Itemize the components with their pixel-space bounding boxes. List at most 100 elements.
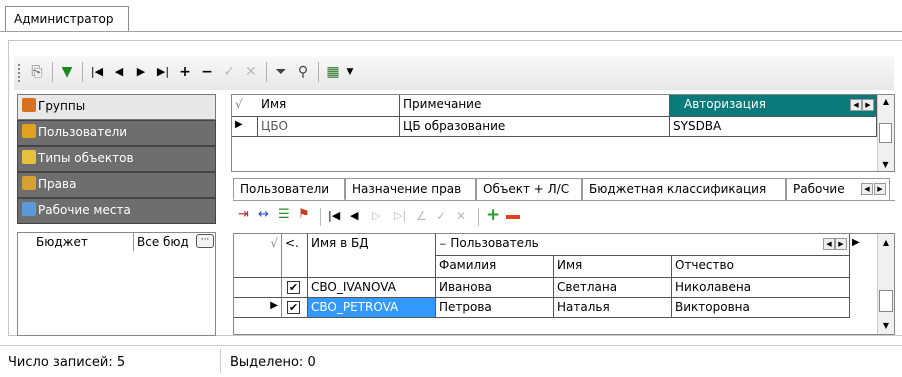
workplaces-icon	[22, 202, 36, 216]
cell-auth[interactable]: SYSDBA	[670, 117, 877, 137]
scroll-up-icon[interactable]: ▲	[878, 238, 894, 247]
column-header-middle-name[interactable]: Отчество	[672, 256, 850, 278]
chevron-down-icon[interactable]: ▼	[344, 62, 356, 82]
cell-middle-name[interactable]: Николавена	[672, 278, 850, 298]
filter-down-icon[interactable]: ▼	[58, 62, 76, 82]
scroll-up-icon[interactable]: ▲	[878, 97, 894, 106]
confirm-icon[interactable]: ✓	[436, 209, 446, 223]
scroll-down-icon[interactable]: ▼	[878, 160, 893, 169]
tab-scroll-right-icon[interactable]: ▶	[874, 183, 886, 195]
last-icon[interactable]: ▶|	[154, 62, 172, 82]
tabs-baseline	[233, 200, 895, 201]
groups-icon	[22, 98, 36, 112]
sidebar-item-label: Группы	[38, 99, 86, 113]
checkbox[interactable]: ✔	[287, 281, 300, 294]
column-header-last-name[interactable]: Фамилия	[436, 256, 554, 278]
sidebar-item-workplaces[interactable]: Рабочие места	[17, 198, 216, 224]
toolbar-grip[interactable]	[18, 64, 21, 82]
budget-value[interactable]: Все бюд	[137, 235, 189, 249]
column-header-name[interactable]: Имя	[258, 95, 400, 117]
selected-value: 0	[307, 355, 316, 370]
sidebar-item-object-types[interactable]: Типы объектов	[17, 146, 216, 172]
rights-icon	[22, 176, 36, 190]
add-icon[interactable]: +	[176, 62, 194, 82]
tab-rights-assign[interactable]: Назначение прав	[345, 178, 476, 200]
cancel-icon[interactable]: ✕	[456, 209, 466, 223]
cell-first-name[interactable]: Светлана	[554, 278, 672, 298]
prev-icon[interactable]: ◀	[110, 62, 128, 82]
scroll-thumb[interactable]	[879, 123, 892, 143]
scroll-thumb[interactable]	[879, 290, 893, 312]
binoculars-icon[interactable]: ⚲	[294, 62, 312, 82]
cell-name[interactable]: ЦБО	[258, 117, 400, 137]
tab-administrator[interactable]: Администратор	[5, 6, 129, 32]
flag-icon[interactable]: ⚑	[298, 207, 310, 222]
toolbar-separator	[478, 208, 479, 226]
copy-icon[interactable]: ⎘	[28, 62, 46, 82]
users-scrollbar[interactable]: ▲ ▼	[877, 234, 894, 334]
cell-note[interactable]: ЦБ образование	[400, 117, 670, 137]
scroll-right-icon[interactable]: ▶	[862, 99, 874, 111]
cell-last-name[interactable]: Иванова	[436, 278, 554, 298]
cell-first-name[interactable]: Наталья	[554, 298, 672, 318]
toolbar-separator	[320, 208, 321, 226]
scroll-left-icon[interactable]: ◀	[850, 99, 862, 111]
column-header-note[interactable]: Примечание	[400, 95, 670, 117]
next-icon[interactable]: ▷	[372, 209, 380, 222]
first-icon[interactable]: |◀	[328, 209, 340, 222]
groups-scrollbar[interactable]: ▲ ▼	[877, 95, 894, 171]
tab-scroll-left-icon[interactable]: ◀	[861, 183, 873, 195]
add-green-icon[interactable]: +	[486, 205, 500, 225]
list-check-icon[interactable]: ☰	[278, 207, 290, 222]
table-export-icon[interactable]: ▦	[324, 62, 342, 82]
column-header-db-name[interactable]: Имя в БД	[308, 234, 436, 278]
column-header-first-name[interactable]: Имя	[554, 256, 672, 278]
cell-middle-name[interactable]: Викторовна	[672, 298, 850, 318]
prev-icon[interactable]: ◀	[350, 209, 358, 222]
toolbar-separator	[318, 62, 319, 82]
scroll-left-icon[interactable]: ◀	[823, 238, 835, 250]
scroll-down-icon[interactable]: ▼	[878, 321, 894, 330]
grid-corner: √	[232, 95, 258, 117]
column-header-check[interactable]: <.	[282, 234, 308, 278]
last-icon[interactable]: ▷|	[394, 209, 406, 222]
next-icon[interactable]: ▶	[132, 62, 150, 82]
column-header-auth[interactable]: Авторизация ◀ ▶	[670, 95, 877, 117]
tab-users[interactable]: Пользователи	[233, 178, 345, 200]
remove-red-icon[interactable]	[506, 215, 520, 219]
status-divider	[0, 345, 902, 346]
budget-more-button[interactable]: ···	[196, 234, 214, 248]
budget-divider	[133, 233, 134, 251]
confirm-icon[interactable]: ✓	[220, 62, 238, 82]
collapse-icon[interactable]: −	[439, 240, 447, 250]
cell-check[interactable]: ✔	[282, 298, 308, 318]
cell-db-name-selected[interactable]: CBO_PETROVA	[308, 298, 436, 318]
toolbar-separator	[52, 62, 53, 82]
sidebar-item-users[interactable]: Пользователи	[17, 120, 216, 146]
tab-object-ls[interactable]: Объект + Л/С	[476, 178, 582, 200]
edit-icon[interactable]: ∠	[416, 209, 427, 223]
grid-corner: √	[234, 234, 282, 278]
first-icon[interactable]: |◀	[88, 62, 106, 82]
scroll-right-icon[interactable]: ▶	[835, 238, 847, 250]
swap-icon[interactable]: ↔	[258, 207, 269, 222]
funnel-icon[interactable]: ⏷	[272, 62, 290, 82]
sidebar-item-label: Рабочие места	[38, 203, 131, 217]
remove-icon[interactable]: −	[198, 62, 216, 82]
cell-last-name[interactable]: Петрова	[436, 298, 554, 318]
sidebar-item-rights[interactable]: Права	[17, 172, 216, 198]
cell-db-name[interactable]: CBO_IVANOVA	[308, 278, 436, 298]
column-header-user-label: Пользователь	[450, 236, 539, 250]
column-header-user[interactable]: − Пользователь ◀ ▶	[436, 234, 850, 256]
checkbox[interactable]: ✔	[287, 301, 300, 314]
row-indicator: ▶	[232, 117, 258, 137]
groups-grid: √ Имя Примечание Авторизация ◀ ▶ ▶ ЦБО Ц…	[231, 94, 895, 172]
tab-budget-class[interactable]: Бюджетная классификация	[582, 178, 786, 200]
exit-icon[interactable]: ⇥	[238, 207, 249, 222]
tab-workplaces[interactable]: Рабочие ◀ ▶	[786, 178, 890, 200]
cancel-icon[interactable]: ✕	[242, 62, 260, 82]
object-types-icon	[22, 150, 36, 164]
sidebar-item-groups[interactable]: Группы	[17, 94, 216, 120]
cell-check[interactable]: ✔	[282, 278, 308, 298]
status-separator	[220, 349, 221, 373]
